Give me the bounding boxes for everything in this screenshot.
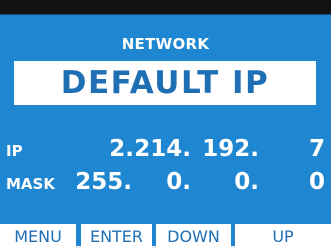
up-softkey[interactable]: UP: [235, 224, 331, 248]
mask-octet-2: 0.: [166, 169, 191, 195]
device-frame-top: [0, 0, 331, 14]
ip-row: IP 2. 214. 192. 7: [0, 132, 331, 162]
down-softkey[interactable]: DOWN: [156, 224, 231, 248]
enter-softkey[interactable]: ENTER: [81, 224, 152, 248]
mode-title: DEFAULT IP: [60, 65, 270, 101]
ip-octet-1: 2.: [109, 136, 134, 162]
ip-octet-4: 7: [308, 136, 325, 162]
lcd-screen: NETWORK DEFAULT IP IP 2. 214. 192. 7 MAS…: [0, 14, 331, 248]
mask-octet-3: 0.: [234, 169, 259, 195]
mask-octet-4: 0: [308, 169, 325, 195]
mask-label: MASK: [6, 175, 55, 193]
ip-octet-2: 214.: [134, 136, 191, 162]
mask-octet-1: 255.: [75, 169, 132, 195]
ip-label: IP: [6, 142, 23, 160]
mode-banner: DEFAULT IP: [14, 61, 316, 105]
menu-softkey[interactable]: MENU: [0, 224, 76, 248]
section-title: NETWORK: [121, 35, 210, 53]
ip-octet-3: 192.: [202, 136, 259, 162]
mask-row: MASK 255. 0. 0. 0: [0, 165, 331, 195]
softkey-bar: MENU ENTER DOWN UP: [0, 224, 331, 248]
